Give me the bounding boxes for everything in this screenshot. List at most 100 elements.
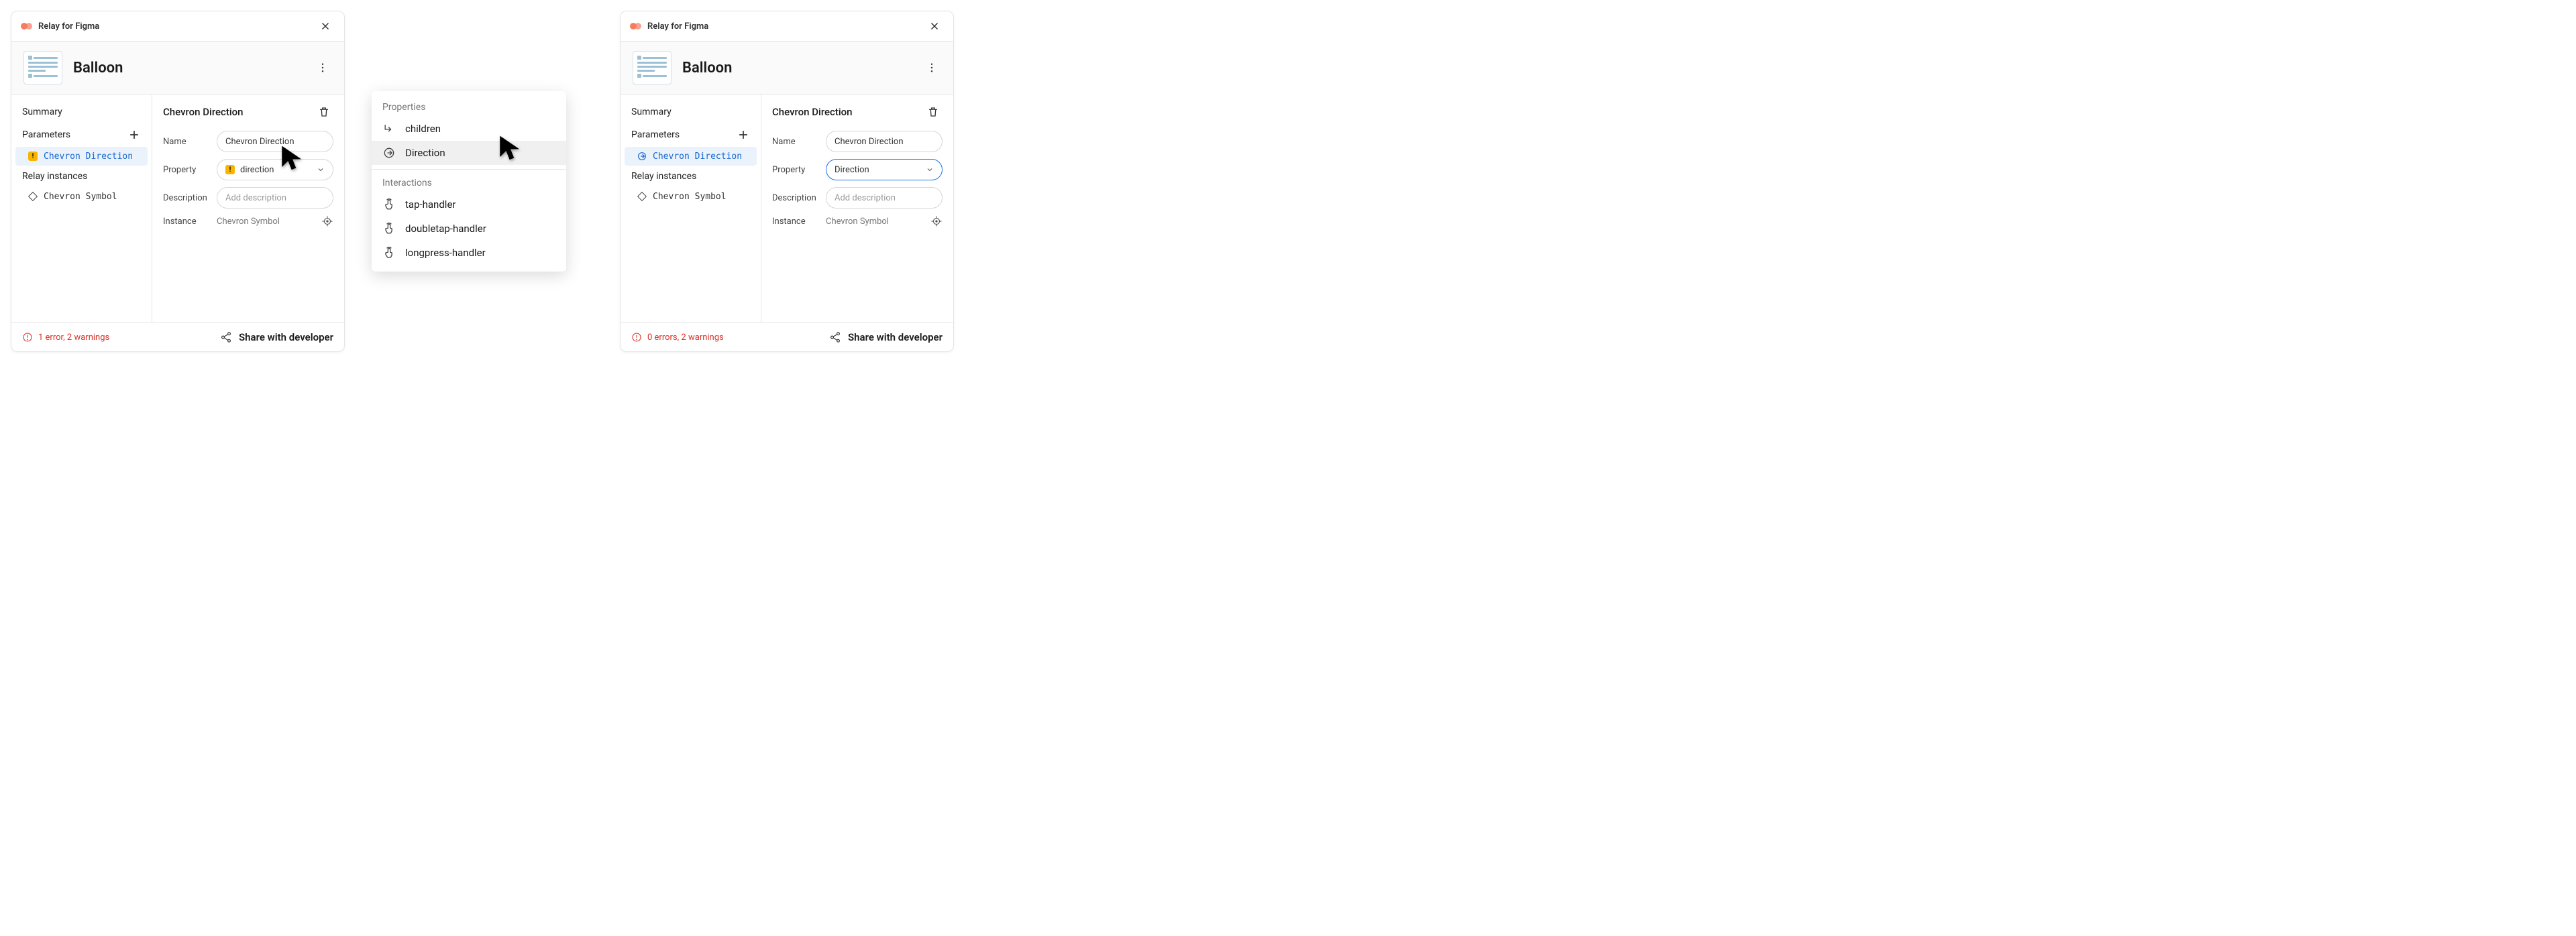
locate-icon[interactable] [321, 215, 333, 227]
label-property: Property [772, 165, 819, 175]
sidebar-item-label: Chevron Symbol [653, 192, 727, 202]
popover-item-doubletap[interactable]: doubletap-handler [372, 217, 566, 241]
popover-item-label: children [405, 123, 441, 135]
status-text: 1 error, 2 warnings [38, 333, 109, 343]
more-icon[interactable] [922, 58, 941, 77]
popover-heading-interactions: Interactions [372, 174, 566, 192]
popover-item-tap[interactable]: tap-handler [372, 192, 566, 217]
sidebar-instances[interactable]: Relay instances [621, 166, 761, 187]
property-select[interactable]: Direction [826, 159, 943, 180]
share-icon [829, 331, 841, 343]
sidebar-item-label: Chevron Symbol [44, 192, 117, 202]
detail-title: Chevron Direction [163, 106, 244, 118]
alert-icon [22, 332, 33, 343]
sidebar-parameters[interactable]: Parameters [11, 123, 152, 147]
status-message[interactable]: 1 error, 2 warnings [22, 332, 109, 343]
direction-icon [382, 146, 396, 160]
locate-icon[interactable] [930, 215, 943, 227]
status-text: 0 errors, 2 warnings [647, 333, 724, 343]
sidebar-item-chevron-direction[interactable]: ! Chevron Direction [15, 147, 148, 166]
component-title: Balloon [73, 60, 303, 76]
description-placeholder: Add description [835, 193, 896, 203]
property-popover: Properties children Direction Interactio… [372, 91, 566, 272]
panel-titlebar: Relay for Figma [621, 11, 953, 42]
sidebar-item-label: Chevron Direction [653, 152, 742, 162]
name-field[interactable]: Chevron Direction [826, 131, 943, 152]
delete-icon[interactable] [924, 103, 943, 121]
children-icon [382, 122, 396, 135]
instance-value: Chevron Symbol [826, 217, 924, 227]
share-label: Share with developer [848, 331, 943, 343]
detail-title: Chevron Direction [772, 106, 853, 118]
warning-icon: ! [225, 165, 235, 174]
component-thumb-icon [633, 51, 672, 84]
sidebar-item-chevron-direction[interactable]: Chevron Direction [625, 147, 757, 166]
description-field[interactable]: Add description [217, 187, 333, 209]
description-placeholder: Add description [225, 193, 286, 203]
tap-icon [382, 198, 396, 211]
delete-icon[interactable] [315, 103, 333, 121]
sidebar-item-label: Chevron Direction [44, 152, 133, 162]
panel-footer: 0 errors, 2 warnings Share with develope… [621, 323, 953, 351]
property-select[interactable]: ! direction [217, 159, 333, 180]
app-title: Relay for Figma [38, 21, 99, 32]
popover-item-children[interactable]: children [372, 117, 566, 141]
relay-logo-icon [21, 22, 33, 30]
doubletap-icon [382, 222, 396, 235]
add-parameter-icon[interactable] [737, 128, 750, 141]
component-title: Balloon [682, 60, 912, 76]
sidebar-parameters[interactable]: Parameters [621, 123, 761, 147]
detail-form: Chevron Direction Name Chevron Direction… [152, 95, 344, 323]
popover-item-longpress[interactable]: longpress-handler [372, 241, 566, 265]
popover-item-direction[interactable]: Direction [372, 141, 566, 165]
relay-panel-before: Relay for Figma Balloon Summary [11, 11, 345, 352]
popover-separator [372, 169, 566, 170]
sidebar-summary-label: Summary [631, 107, 672, 117]
panel-titlebar: Relay for Figma [11, 11, 344, 42]
instance-value: Chevron Symbol [217, 217, 315, 227]
sidebar-summary-label: Summary [22, 107, 62, 117]
label-instance: Instance [163, 217, 210, 227]
component-thumb-icon [23, 51, 62, 84]
sidebar-parameters-label: Parameters [22, 129, 70, 140]
description-field[interactable]: Add description [826, 187, 943, 209]
sidebar: Summary Parameters Chevron Direction Rel… [621, 95, 761, 323]
chevron-down-icon [317, 166, 325, 174]
label-description: Description [772, 193, 819, 203]
detail-form: Chevron Direction Name Chevron Direction… [761, 95, 953, 323]
more-icon[interactable] [313, 58, 332, 77]
sidebar-instances[interactable]: Relay instances [11, 166, 152, 187]
diamond-icon [28, 191, 38, 202]
label-property: Property [163, 165, 210, 175]
relay-panel-after: Relay for Figma Balloon Summary [620, 11, 954, 352]
add-parameter-icon[interactable] [127, 128, 141, 141]
property-value: direction [240, 165, 274, 175]
close-icon[interactable] [316, 17, 335, 36]
direction-icon [637, 151, 647, 162]
sidebar-instances-label: Relay instances [631, 171, 696, 182]
close-icon[interactable] [925, 17, 944, 36]
chevron-down-icon [926, 166, 934, 174]
panel-header: Balloon [621, 42, 953, 95]
name-value: Chevron Direction [225, 137, 294, 147]
sidebar-summary[interactable]: Summary [621, 101, 761, 123]
diamond-icon [637, 191, 647, 202]
relay-logo-icon [630, 22, 642, 30]
share-button[interactable]: Share with developer [829, 331, 943, 343]
popover-item-label: Direction [405, 147, 445, 159]
sidebar: Summary Parameters ! Chevron Direction R… [11, 95, 152, 323]
longpress-icon [382, 246, 396, 259]
sidebar-summary[interactable]: Summary [11, 101, 152, 123]
popover-item-label: doubletap-handler [405, 223, 486, 235]
popover-item-label: tap-handler [405, 198, 455, 211]
label-name: Name [163, 137, 210, 147]
app-title: Relay for Figma [647, 21, 708, 32]
warning-icon: ! [28, 151, 38, 162]
status-message[interactable]: 0 errors, 2 warnings [631, 332, 724, 343]
sidebar-instances-label: Relay instances [22, 171, 87, 182]
sidebar-item-chevron-symbol[interactable]: Chevron Symbol [621, 187, 761, 206]
sidebar-item-chevron-symbol[interactable]: Chevron Symbol [11, 187, 152, 206]
name-field[interactable]: Chevron Direction [217, 131, 333, 152]
alert-icon [631, 332, 642, 343]
share-button[interactable]: Share with developer [220, 331, 333, 343]
